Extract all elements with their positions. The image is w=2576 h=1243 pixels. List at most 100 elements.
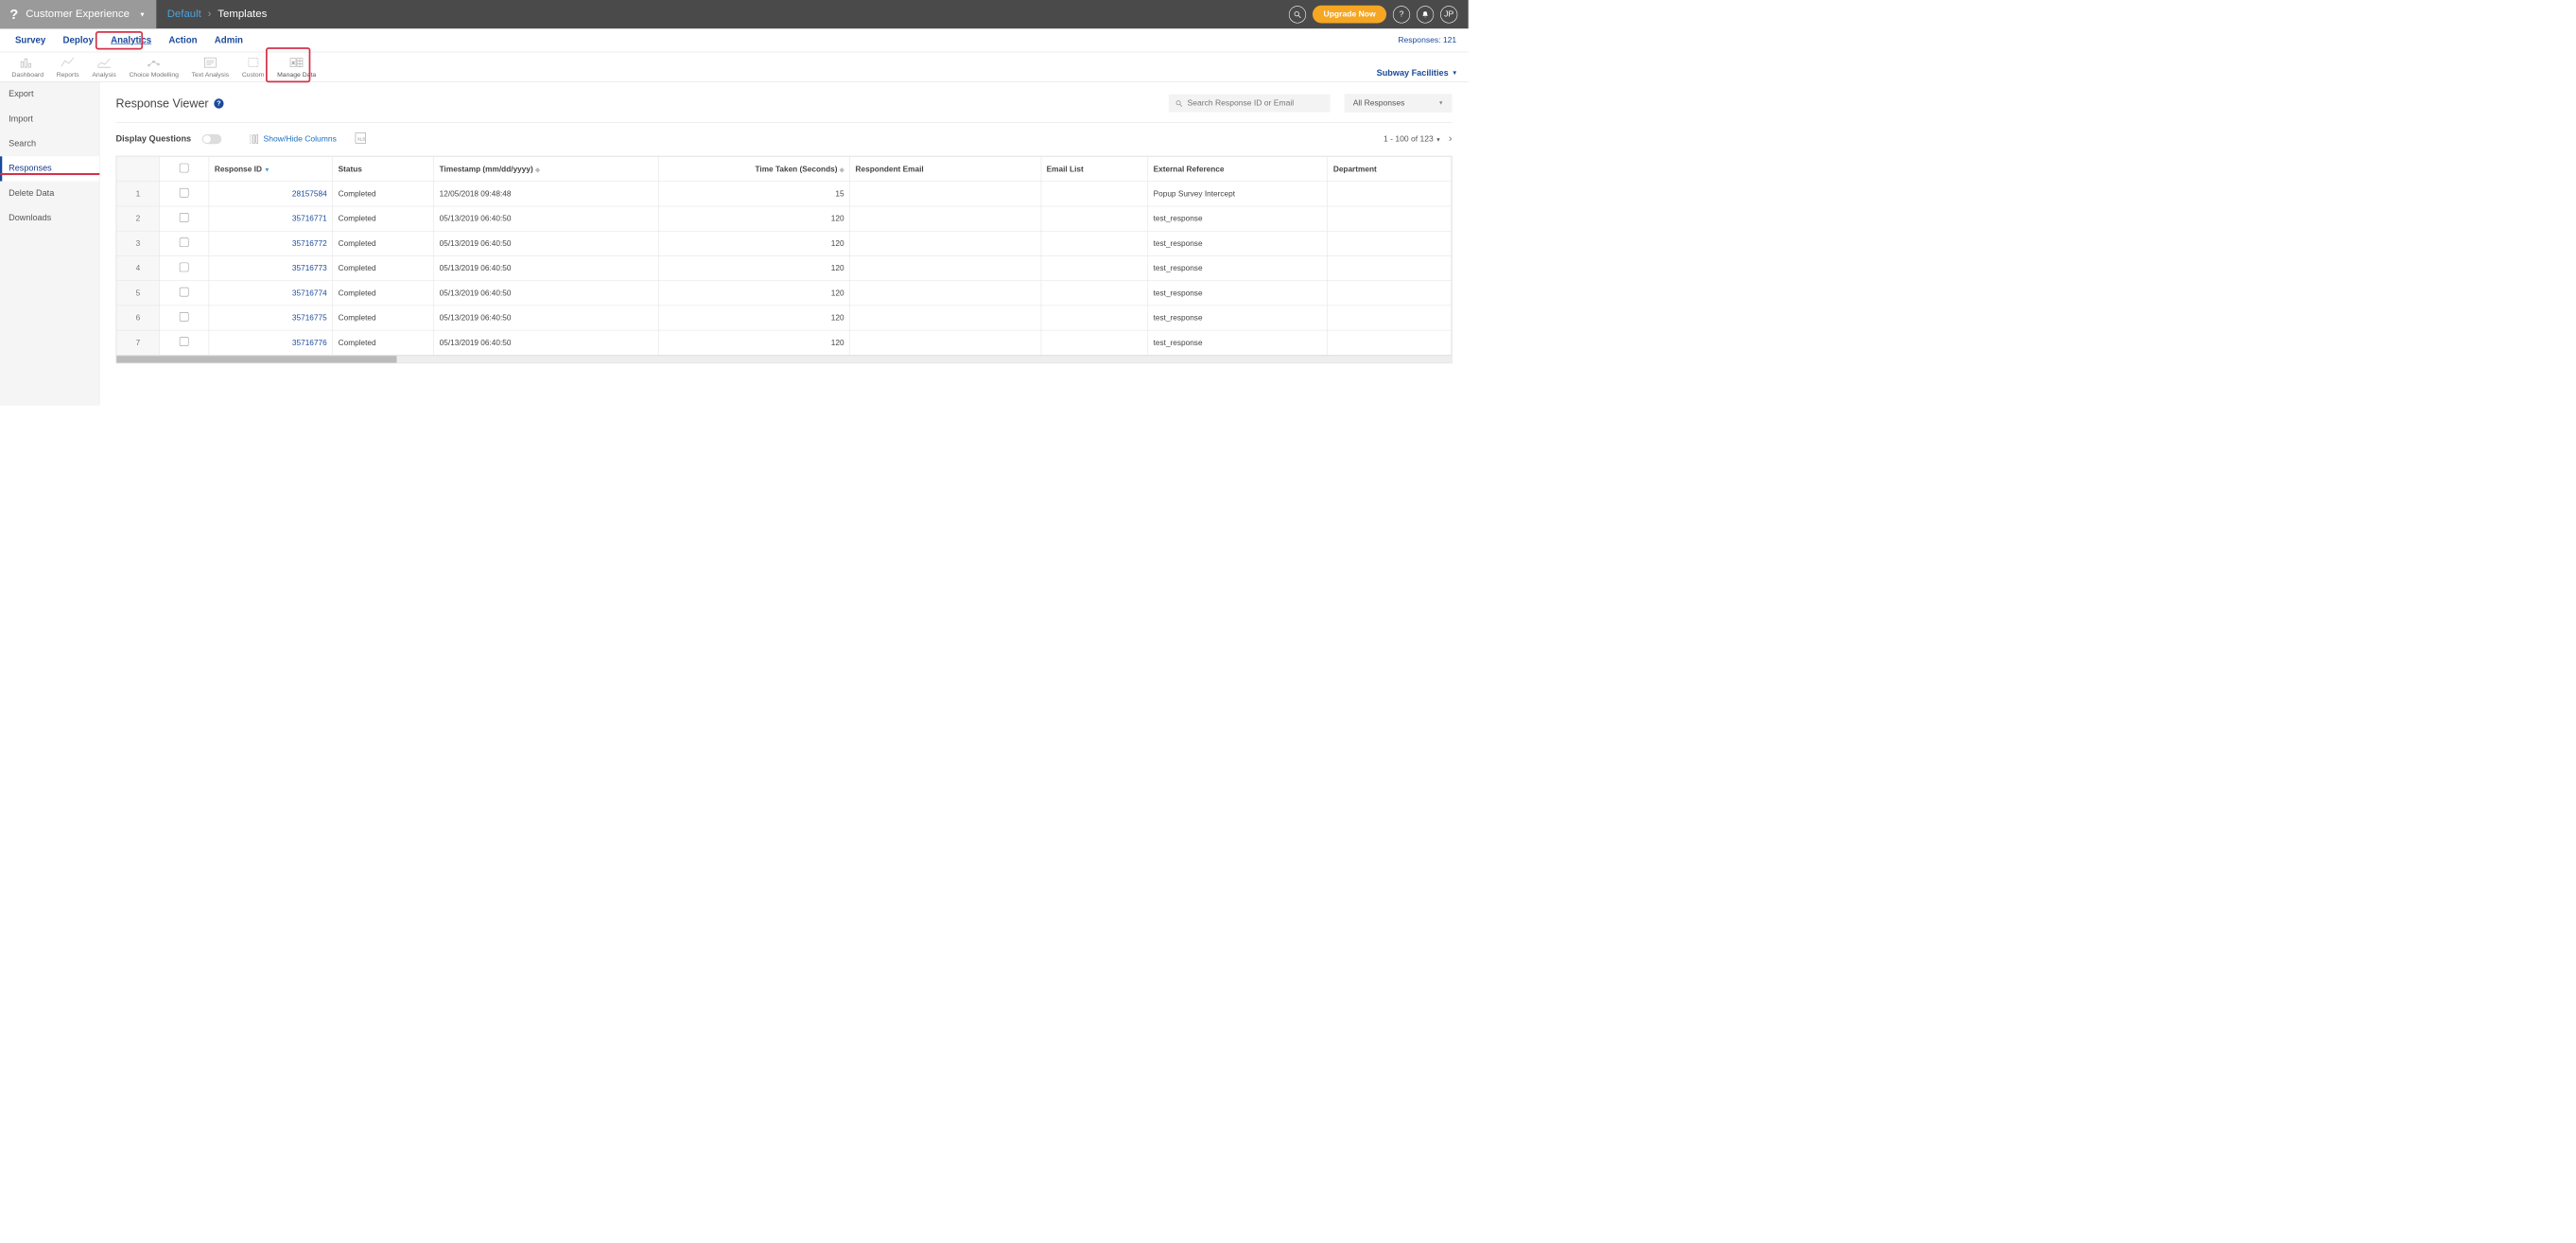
export-xls-button[interactable]: XLS: [354, 131, 367, 146]
timestamp-cell: 05/13/2019 06:40:50: [434, 255, 659, 280]
external-reference-cell: test_response: [1148, 330, 1328, 355]
tool-reports[interactable]: Reports: [50, 57, 86, 79]
avatar[interactable]: JP: [1440, 6, 1457, 23]
sidebar-item-search[interactable]: Search: [0, 131, 99, 156]
top-header: ? Customer Experience ▼ Default › Templa…: [0, 0, 1469, 28]
nav-action[interactable]: Action: [160, 29, 205, 51]
tool-custom[interactable]: Custom: [235, 57, 270, 79]
help-icon[interactable]: ?: [1393, 6, 1410, 23]
checkbox-icon[interactable]: [180, 237, 189, 247]
sidebar-item-import[interactable]: Import: [0, 107, 99, 131]
col-time-taken[interactable]: Time Taken (Seconds)◆: [658, 157, 849, 182]
status-cell: Completed: [333, 281, 434, 306]
col-department[interactable]: Department: [1328, 157, 1452, 182]
primary-nav: Survey Deploy Analytics Action Admin Res…: [0, 28, 1469, 52]
search-icon[interactable]: [1289, 6, 1306, 23]
row-number: 7: [116, 330, 159, 355]
sidebar-item-responses[interactable]: Responses: [0, 156, 99, 181]
pager-range-dropdown[interactable]: 1 - 100 of 123 ▼: [1384, 134, 1441, 144]
pager-next-button[interactable]: ›: [1449, 132, 1453, 145]
divider: [116, 122, 1453, 123]
status-cell: Completed: [333, 330, 434, 355]
col-email-list[interactable]: Email List: [1041, 157, 1148, 182]
nav-deploy[interactable]: Deploy: [54, 29, 102, 51]
checkbox-icon[interactable]: [180, 188, 189, 198]
external-reference-cell: test_response: [1148, 206, 1328, 231]
timestamp-cell: 05/13/2019 06:40:50: [434, 231, 659, 255]
response-search[interactable]: [1169, 95, 1331, 113]
response-id-link[interactable]: 35716774: [215, 289, 327, 297]
sidebar-item-export[interactable]: Export: [0, 82, 99, 107]
row-number: 2: [116, 206, 159, 231]
upgrade-button[interactable]: Upgrade Now: [1313, 6, 1386, 24]
response-id-link[interactable]: 35716776: [215, 339, 327, 347]
col-response-id[interactable]: Response ID▼: [209, 157, 333, 182]
table-row: 635716775Completed05/13/2019 06:40:50120…: [116, 306, 1451, 330]
brand-logo-icon: ?: [9, 6, 18, 23]
row-checkbox-cell[interactable]: [160, 182, 209, 206]
response-id-link[interactable]: 35716771: [215, 215, 327, 223]
horizontal-scrollbar[interactable]: [116, 356, 1452, 363]
timestamp-cell: 05/13/2019 06:40:50: [434, 330, 659, 355]
email-list-cell: [1041, 231, 1148, 255]
col-select-all[interactable]: [160, 157, 209, 182]
response-id-link[interactable]: 35716775: [215, 313, 327, 322]
tool-choice-modelling[interactable]: Choice Modelling: [123, 57, 185, 79]
tool-dashboard[interactable]: Dashboard: [6, 57, 50, 79]
external-reference-cell: test_response: [1148, 281, 1328, 306]
timestamp-cell: 12/05/2018 09:48:48: [434, 182, 659, 206]
sort-icon: ◆: [840, 166, 844, 173]
nav-admin[interactable]: Admin: [206, 29, 252, 51]
breadcrumb-root-link[interactable]: Default: [167, 9, 201, 21]
respondent-email-cell: [850, 255, 1041, 280]
sidebar-item-downloads[interactable]: Downloads: [0, 206, 99, 231]
nav-analytics[interactable]: Analytics: [102, 29, 160, 51]
page-title: Response Viewer: [116, 96, 209, 111]
sidebar-item-delete-data[interactable]: Delete Data: [0, 182, 99, 206]
project-dropdown[interactable]: Subway Facilities ▼: [1377, 68, 1463, 78]
row-number: 6: [116, 306, 159, 330]
response-id-link[interactable]: 28157584: [215, 189, 327, 198]
row-checkbox-cell[interactable]: [160, 255, 209, 280]
row-checkbox-cell[interactable]: [160, 206, 209, 231]
nav-survey[interactable]: Survey: [7, 29, 55, 51]
checkbox-icon[interactable]: [180, 263, 189, 272]
row-checkbox-cell[interactable]: [160, 330, 209, 355]
show-hide-columns[interactable]: Show/Hide Columns: [249, 133, 337, 144]
checkbox-icon[interactable]: [180, 337, 189, 346]
row-checkbox-cell[interactable]: [160, 281, 209, 306]
respondent-email-cell: [850, 281, 1041, 306]
response-filter-dropdown[interactable]: All Responses ▼: [1345, 94, 1453, 113]
department-cell: [1328, 306, 1452, 330]
brand-switcher[interactable]: ? Customer Experience ▼: [0, 0, 156, 28]
display-questions-toggle[interactable]: [202, 134, 222, 144]
col-respondent-email[interactable]: Respondent Email: [850, 157, 1041, 182]
col-timestamp[interactable]: Timestamp (mm/dd/yyyy)◆: [434, 157, 659, 182]
table-row: 235716771Completed05/13/2019 06:40:50120…: [116, 206, 1451, 231]
chevron-down-icon: ▼: [1438, 100, 1444, 106]
col-external-reference[interactable]: External Reference: [1148, 157, 1328, 182]
tool-text-analysis[interactable]: Text Analysis: [185, 57, 235, 79]
response-id-link[interactable]: 35716773: [215, 264, 327, 272]
email-list-cell: [1041, 306, 1148, 330]
row-checkbox-cell[interactable]: [160, 306, 209, 330]
col-status[interactable]: Status: [333, 157, 434, 182]
checkbox-icon[interactable]: [180, 288, 189, 297]
help-tooltip-icon[interactable]: ?: [214, 98, 223, 108]
scrollbar-thumb[interactable]: [116, 356, 396, 362]
department-cell: [1328, 281, 1452, 306]
tool-analysis[interactable]: Analysis: [85, 57, 122, 79]
table-pager: 1 - 100 of 123 ▼ ›: [1384, 132, 1453, 145]
breadcrumb: Default › Templates: [156, 9, 277, 21]
responses-count: Responses: 121: [1398, 36, 1461, 45]
bell-icon[interactable]: [1417, 6, 1434, 23]
response-id-link[interactable]: 35716772: [215, 239, 327, 248]
response-search-input[interactable]: [1188, 98, 1324, 108]
brand-name: Customer Experience: [26, 9, 130, 21]
checkbox-icon[interactable]: [180, 164, 189, 173]
checkbox-icon[interactable]: [180, 312, 189, 322]
tool-manage-data[interactable]: X Manage Data: [270, 57, 322, 79]
chevron-down-icon: ▼: [139, 10, 146, 18]
checkbox-icon[interactable]: [180, 213, 189, 222]
row-checkbox-cell[interactable]: [160, 231, 209, 255]
